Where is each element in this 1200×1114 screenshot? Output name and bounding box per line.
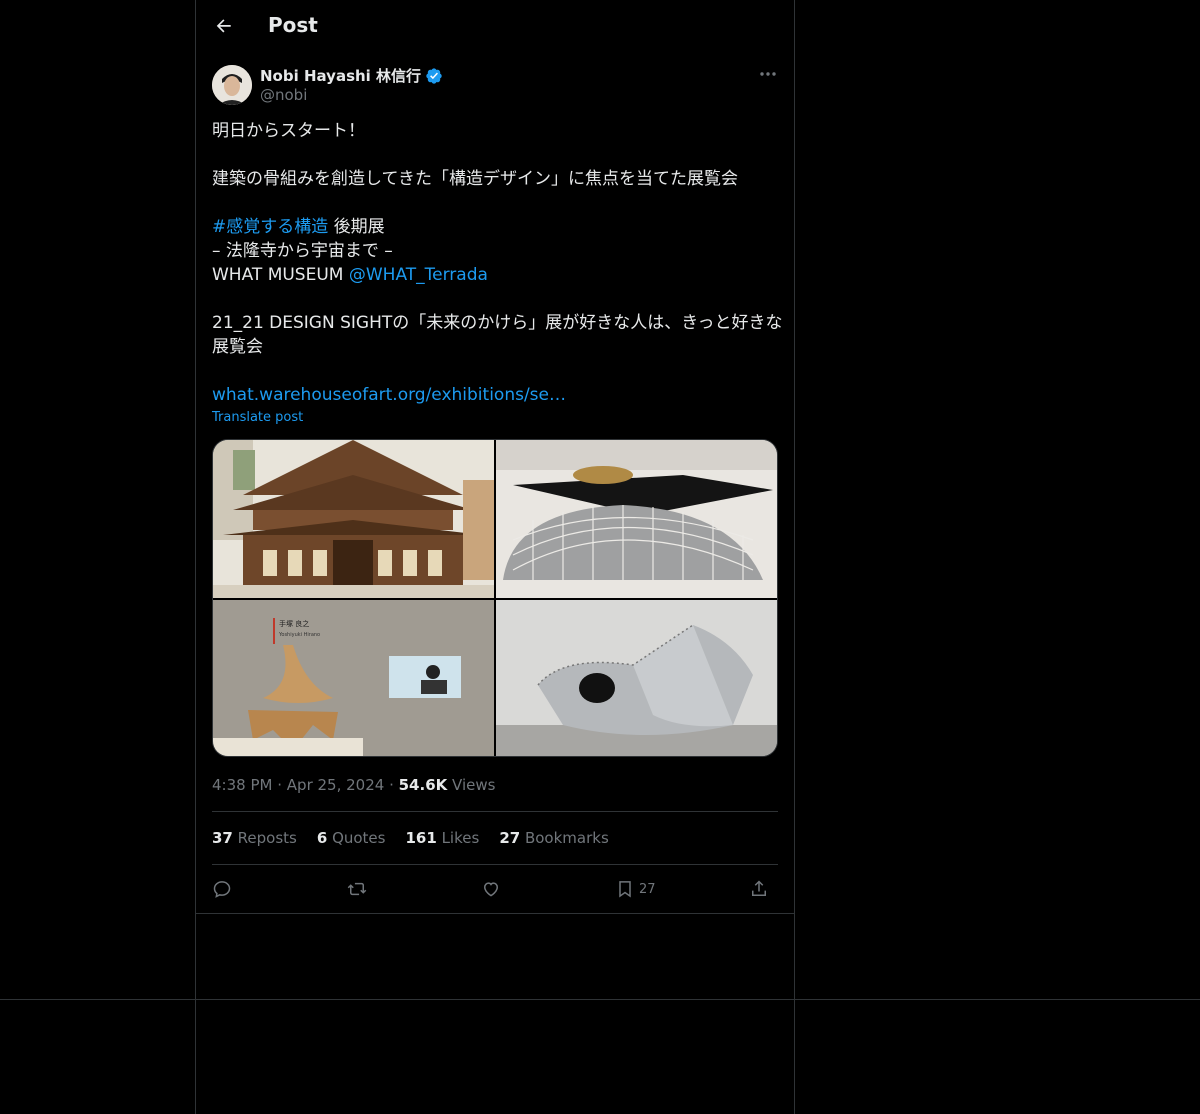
- like-button[interactable]: [481, 876, 501, 902]
- hashtag-link[interactable]: #感覚する構造: [212, 217, 328, 237]
- media-image-metal-sculpture[interactable]: [496, 600, 778, 757]
- bookmark-count: 27: [639, 881, 656, 897]
- tweet-line: 展覧会: [212, 337, 263, 357]
- media-image-wire-mesh-dome[interactable]: [496, 440, 778, 598]
- author-name[interactable]: Nobi Hayashi 林信行: [260, 65, 443, 86]
- tweet-text: 明日からスタート！ 建築の骨組みを創造してきた「構造デザイン」に焦点を当てた展覧…: [212, 119, 783, 407]
- quotes-count: 6: [316, 829, 328, 847]
- more-icon: [760, 72, 776, 76]
- tweet-line: WHAT MUSEUM @WHAT_Terrada: [212, 263, 778, 287]
- views-count: 54.6K: [398, 776, 448, 794]
- post-stats: 37 Reposts 6 Quotes 161 Likes 27 Bookmar…: [212, 829, 609, 847]
- post-date[interactable]: Apr 25, 2024: [287, 776, 385, 794]
- avatar-image: [212, 65, 252, 105]
- reply-button[interactable]: [212, 876, 232, 902]
- tweet-line: – 法隆寺から宇宙まで –: [212, 241, 393, 261]
- repost-icon: [347, 882, 367, 896]
- column-border-right: [794, 0, 795, 1114]
- reply-icon: [213, 881, 231, 898]
- quotes-label: Quotes: [332, 829, 386, 847]
- more-button[interactable]: [758, 64, 778, 84]
- share-button[interactable]: [749, 876, 769, 902]
- reposts-count: 37: [212, 829, 233, 847]
- tweet-line: 建築の骨組みを創造してきた「構造デザイン」に焦点を当てた展覧会: [212, 169, 738, 189]
- tweet-line: #感覚する構造 後期展: [212, 215, 778, 239]
- translate-post-link[interactable]: Translate post: [212, 410, 303, 425]
- author-display-name[interactable]: Nobi Hayashi 林信行: [260, 65, 421, 86]
- share-icon: [752, 880, 766, 896]
- meta-separator: ·: [277, 776, 287, 794]
- reposts-label: Reposts: [237, 829, 297, 847]
- views-label: Views: [452, 776, 496, 794]
- post-header: Post: [196, 0, 794, 53]
- tweet-line-text: 後期展: [328, 217, 385, 237]
- bookmarks-label: Bookmarks: [524, 829, 609, 847]
- action-bar: 27: [212, 876, 778, 902]
- tweet-line: 21_21 DESIGN SIGHTの「未来のかけら」展が好きな人は、きっと好き…: [212, 313, 783, 333]
- repost-button[interactable]: [347, 876, 367, 902]
- media-caption-sub: Yoshiyuki Hirano: [278, 632, 320, 638]
- like-icon: [483, 882, 499, 897]
- tweet-line: 明日からスタート！: [212, 121, 365, 141]
- avatar[interactable]: [212, 65, 252, 105]
- media-caption-name: 手塚 良之: [279, 619, 309, 628]
- bookmark-button[interactable]: 27: [615, 876, 656, 902]
- post-column: Post Nobi Hayashi 林信行 @nobi 明日からスタート！ 建築…: [196, 0, 794, 914]
- divider: [212, 864, 778, 865]
- post-meta: 4:38 PM · Apr 25, 2024 · 54.6K Views: [212, 776, 495, 794]
- url-link[interactable]: what.warehouseofart.org/exhibitions/se…: [212, 383, 778, 407]
- author-handle[interactable]: @nobi: [260, 86, 307, 104]
- media-image-wooden-sculpture[interactable]: 手塚 良之 Yoshiyuki Hirano: [213, 600, 494, 757]
- reposts-stat[interactable]: 37 Reposts: [212, 829, 297, 847]
- page-title: Post: [268, 13, 318, 37]
- likes-label: Likes: [441, 829, 480, 847]
- likes-stat[interactable]: 161 Likes: [405, 829, 479, 847]
- tweet-line-text: WHAT MUSEUM: [212, 265, 349, 285]
- quotes-stat[interactable]: 6 Quotes: [317, 829, 386, 847]
- media-image-temple-model[interactable]: [213, 440, 494, 598]
- back-arrow-icon: [216, 19, 231, 33]
- bookmark-icon: [619, 881, 631, 898]
- likes-count: 161: [405, 829, 437, 847]
- footer-divider: [0, 999, 1200, 1000]
- bookmarks-stat[interactable]: 27 Bookmarks: [499, 829, 608, 847]
- bookmarks-count: 27: [499, 829, 521, 847]
- media-grid: 手塚 良之 Yoshiyuki Hirano: [212, 439, 778, 757]
- divider: [212, 811, 778, 812]
- meta-separator: ·: [389, 776, 399, 794]
- back-button[interactable]: [212, 14, 236, 38]
- verified-icon: [426, 67, 442, 84]
- post-time[interactable]: 4:38 PM: [212, 776, 272, 794]
- mention-link[interactable]: @WHAT_Terrada: [349, 265, 488, 285]
